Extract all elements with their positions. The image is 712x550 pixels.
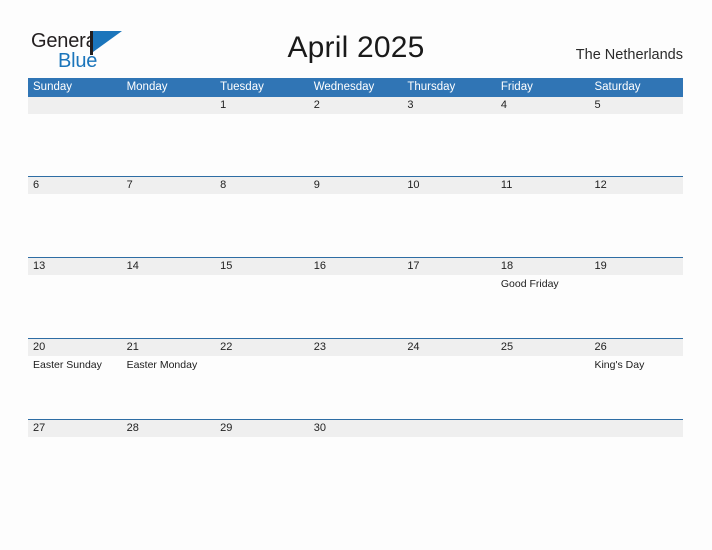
day-cell[interactable]: 5 xyxy=(589,97,683,176)
weekday-header-sunday: Sunday xyxy=(33,81,73,93)
weekday-header-row: Sunday Monday Tuesday Wednesday Thursday… xyxy=(28,78,683,97)
day-cell[interactable]: 22 xyxy=(215,339,309,419)
day-event: Easter Sunday xyxy=(33,359,102,372)
day-number: 23 xyxy=(313,341,326,354)
weekday-header-saturday: Saturday xyxy=(594,81,641,93)
day-cell[interactable] xyxy=(28,97,122,176)
day-event: Easter Monday xyxy=(126,359,198,372)
day-cell[interactable]: 12 xyxy=(589,177,683,257)
day-number: 9 xyxy=(313,179,320,192)
day-number: 29 xyxy=(220,422,233,435)
day-number: 12 xyxy=(594,179,607,192)
week-row: 6 7 8 9 10 11 12 xyxy=(28,176,683,257)
day-number: 27 xyxy=(33,422,46,435)
day-cell[interactable]: 18 Good Friday xyxy=(496,258,590,338)
day-number: 4 xyxy=(500,99,508,111)
weekday-header-friday: Friday xyxy=(500,81,533,93)
page-header: General Blue April 2025 The Netherlands xyxy=(0,0,712,78)
day-number: 21 xyxy=(126,341,139,354)
day-cell[interactable]: 2 xyxy=(309,97,403,176)
day-cell[interactable]: 13 xyxy=(28,258,122,338)
day-cell[interactable]: 21 Easter Monday xyxy=(122,339,216,419)
day-cell[interactable]: 16 xyxy=(309,258,403,338)
day-cell[interactable] xyxy=(402,420,496,500)
day-cell[interactable]: 9 xyxy=(309,177,403,257)
day-number: 8 xyxy=(220,179,227,192)
day-number xyxy=(127,97,216,114)
day-number: 18 xyxy=(500,260,514,273)
region-label: The Netherlands xyxy=(575,47,683,63)
day-cell[interactable]: 27 xyxy=(28,420,122,500)
day-cell[interactable] xyxy=(589,420,683,500)
day-cell[interactable]: 25 xyxy=(496,339,590,419)
weekday-header-thursday: Thursday xyxy=(407,81,456,93)
calendar-grid: Sunday Monday Tuesday Wednesday Thursday… xyxy=(28,78,683,500)
weekday-header-tuesday: Tuesday xyxy=(220,81,264,93)
day-cell[interactable]: 30 xyxy=(309,420,403,500)
day-number: 5 xyxy=(594,99,601,111)
week-row: 1 2 3 4 5 xyxy=(28,97,683,176)
week-row: 13 14 15 16 17 18 Good Friday 19 xyxy=(28,257,683,338)
week-row: 27 28 29 30 xyxy=(28,419,683,500)
day-cell[interactable]: 6 xyxy=(28,177,122,257)
day-number: 17 xyxy=(407,260,420,273)
day-cell[interactable]: 19 xyxy=(589,258,683,338)
day-number: 19 xyxy=(594,260,607,273)
day-cell[interactable]: 3 xyxy=(402,97,496,176)
day-number: 22 xyxy=(220,341,233,354)
day-cell[interactable]: 20 Easter Sunday xyxy=(28,339,122,419)
day-cell[interactable]: 24 xyxy=(402,339,496,419)
day-number: 14 xyxy=(126,260,139,273)
day-number: 25 xyxy=(500,341,514,354)
day-cell[interactable]: 8 xyxy=(215,177,309,257)
day-cell[interactable]: 26 King's Day xyxy=(589,339,683,419)
calendar-page: General Blue April 2025 The Netherlands … xyxy=(0,0,712,550)
day-number: 11 xyxy=(500,179,513,192)
day-cell[interactable]: 29 xyxy=(215,420,309,500)
day-number: 28 xyxy=(126,422,139,435)
day-number xyxy=(33,97,122,114)
day-event: Good Friday xyxy=(500,278,559,291)
day-cell[interactable] xyxy=(496,420,590,500)
week-row: 20 Easter Sunday 21 Easter Monday 22 23 24… xyxy=(28,338,683,419)
day-number xyxy=(594,420,683,437)
day-cell[interactable]: 28 xyxy=(122,420,216,500)
day-number: 24 xyxy=(407,341,420,354)
day-number: 7 xyxy=(126,179,133,192)
day-cell[interactable]: 23 xyxy=(309,339,403,419)
day-cell[interactable]: 17 xyxy=(402,258,496,338)
day-number: 10 xyxy=(407,179,420,192)
day-cell[interactable]: 11 xyxy=(496,177,590,257)
day-number: 13 xyxy=(33,260,46,273)
day-number: 30 xyxy=(313,422,326,435)
day-number: 6 xyxy=(33,179,40,192)
day-number: 20 xyxy=(33,341,46,354)
day-number: 3 xyxy=(407,99,414,111)
day-event: King's Day xyxy=(594,359,645,372)
day-number: 15 xyxy=(220,260,233,273)
day-number xyxy=(501,420,590,437)
day-number: 16 xyxy=(313,260,326,273)
day-number: 2 xyxy=(313,99,320,111)
day-number: 1 xyxy=(220,99,227,111)
day-cell[interactable]: 14 xyxy=(122,258,216,338)
day-cell[interactable]: 4 xyxy=(496,97,590,176)
day-cell[interactable] xyxy=(122,97,216,176)
day-cell[interactable]: 15 xyxy=(215,258,309,338)
day-number xyxy=(407,420,496,437)
day-cell[interactable]: 1 xyxy=(215,97,309,176)
day-cell[interactable]: 10 xyxy=(402,177,496,257)
weekday-header-monday: Monday xyxy=(126,81,168,93)
weekday-header-wednesday: Wednesday xyxy=(313,81,375,93)
day-cell[interactable]: 7 xyxy=(122,177,216,257)
day-number: 26 xyxy=(594,341,607,354)
